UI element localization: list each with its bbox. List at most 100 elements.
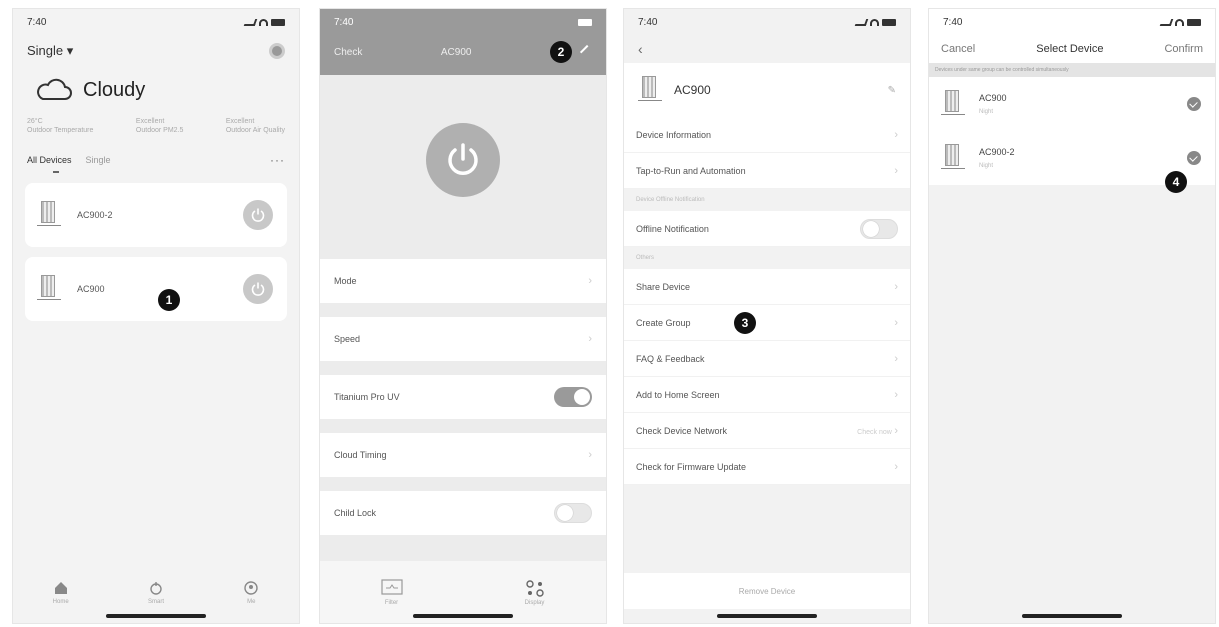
row-check-network[interactable]: Check Device Network Check now ›	[624, 413, 910, 449]
signal-icon	[854, 18, 869, 26]
row-faq[interactable]: FAQ & Feedback ›	[624, 341, 910, 377]
control-child-lock: Child Lock	[320, 491, 606, 535]
device-tabs: All Devices Single ···	[13, 143, 299, 171]
row-create-group[interactable]: Create Group 3 ›	[624, 305, 910, 341]
check-icon[interactable]	[1187, 97, 1201, 111]
chevron-right-icon: ›	[894, 164, 898, 177]
nav-filter[interactable]: Filter	[380, 578, 403, 606]
row-add-home-screen[interactable]: Add to Home Screen ›	[624, 377, 910, 413]
nav-home[interactable]: Home	[53, 580, 69, 605]
more-icon[interactable]: ···	[270, 153, 285, 167]
tab-single[interactable]: Single	[86, 155, 111, 165]
nav-me[interactable]: Me	[243, 580, 259, 605]
battery-icon	[882, 18, 896, 26]
status-bar: 7:40	[320, 9, 606, 35]
status-time: 7:40	[27, 16, 47, 28]
display-icon	[525, 579, 544, 597]
home-indicator	[1022, 614, 1122, 618]
wifi-icon	[870, 18, 879, 26]
power-area	[320, 75, 606, 245]
status-time: 7:40	[943, 16, 963, 28]
chevron-right-icon: ›	[894, 352, 898, 365]
weather-label: Cloudy	[83, 78, 146, 101]
header: 7:40 Check AC900 2	[320, 9, 606, 75]
device-card[interactable]: AC900-2	[25, 183, 287, 247]
chevron-right-icon: ›	[894, 316, 898, 329]
row-automation[interactable]: Tap-to-Run and Automation ›	[624, 153, 910, 189]
home-indicator	[717, 614, 817, 618]
nav-smart[interactable]: Smart	[148, 580, 164, 605]
power-icon	[251, 282, 265, 296]
header: Cancel Select Device Confirm	[929, 35, 1215, 63]
control-mode[interactable]: Mode ›	[320, 259, 606, 303]
battery-icon	[578, 18, 592, 26]
offline-toggle[interactable]	[860, 218, 898, 239]
row-firmware-update[interactable]: Check for Firmware Update ›	[624, 449, 910, 485]
uv-toggle[interactable]	[554, 387, 592, 407]
step-marker: 4	[1165, 171, 1187, 193]
row-share-device[interactable]: Share Device ›	[624, 269, 910, 305]
chevron-right-icon: ›	[588, 449, 592, 461]
wifi-icon	[259, 18, 268, 26]
child-lock-toggle[interactable]	[554, 503, 592, 523]
section-header: Others	[636, 255, 655, 261]
chevron-right-icon: ›	[894, 388, 898, 401]
device-name: AC900	[77, 284, 105, 294]
section-header: Device Offline Notification	[636, 197, 705, 203]
purifier-icon	[638, 76, 662, 104]
step-marker: 1	[158, 289, 180, 311]
screen-device-control: 7:40 Check AC900 2 Mode › Speed › Titanium…	[319, 8, 607, 624]
device-header: AC900 ✎	[624, 63, 910, 117]
main-power-button[interactable]	[426, 123, 500, 197]
control-speed[interactable]: Speed ›	[320, 317, 606, 361]
control-timing[interactable]: Cloud Timing ›	[320, 433, 606, 477]
screen-device-settings: 7:40 ‹ AC900 ✎ Device Information › Tap-t…	[623, 8, 911, 624]
home-selector[interactable]: Single ▾	[27, 43, 73, 59]
weather-stat: Excellent Outdoor Air Quality	[225, 118, 285, 134]
me-icon	[244, 581, 259, 595]
purifier-icon	[941, 90, 965, 118]
bottom-nav: Home Smart Me	[13, 580, 299, 605]
page-title: Select Device	[1036, 43, 1104, 55]
weather-stats: 26°C Outdoor Temperature Excellent Outdoor…	[13, 109, 299, 143]
row-offline-notification: Offline Notification	[624, 211, 910, 247]
remove-device-button[interactable]: Remove Device	[624, 573, 910, 609]
weather-panel: Cloudy	[13, 67, 299, 109]
power-button[interactable]	[243, 274, 273, 304]
chevron-right-icon: ›	[894, 128, 898, 141]
chevron-right-icon: ›	[894, 280, 898, 293]
status-time: 7:40	[334, 16, 354, 28]
back-button[interactable]: ‹	[624, 35, 910, 63]
back-button[interactable]: Check	[334, 47, 362, 58]
edit-icon[interactable]	[579, 44, 595, 60]
tab-all-devices[interactable]: All Devices	[27, 155, 72, 165]
edit-icon[interactable]: ✎	[888, 85, 896, 96]
battery-icon	[271, 18, 285, 26]
smart-icon	[150, 582, 162, 595]
signal-icon	[1159, 18, 1174, 26]
home-icon	[54, 582, 67, 594]
home-indicator	[106, 614, 206, 618]
cancel-button[interactable]: Cancel	[941, 43, 975, 55]
device-option[interactable]: AC900 Night	[929, 77, 1215, 131]
control-uv: Titanium Pro UV	[320, 375, 606, 419]
device-option[interactable]: AC900-2 Night 4	[929, 131, 1215, 193]
status-time: 7:40	[638, 16, 658, 28]
step-marker: 2	[550, 41, 572, 63]
check-icon[interactable]	[1187, 151, 1201, 165]
device-card[interactable]: AC900 1	[25, 257, 287, 321]
screen-select-device: 7:40 Cancel Select Device Confirm Device…	[928, 8, 1216, 624]
chevron-right-icon: ›	[894, 460, 898, 473]
gear-icon[interactable]	[269, 43, 285, 59]
purifier-icon	[37, 275, 61, 303]
power-icon	[251, 208, 265, 222]
status-icons	[243, 18, 285, 26]
group-notice: Devices under same group can be controll…	[929, 63, 1215, 77]
home-indicator	[413, 614, 513, 618]
power-button[interactable]	[243, 200, 273, 230]
row-device-information[interactable]: Device Information ›	[624, 117, 910, 153]
nav-display[interactable]: Display	[524, 579, 546, 606]
confirm-button[interactable]: Confirm	[1164, 43, 1203, 55]
status-bar: 7:40	[929, 9, 1215, 35]
battery-icon	[1187, 18, 1201, 26]
